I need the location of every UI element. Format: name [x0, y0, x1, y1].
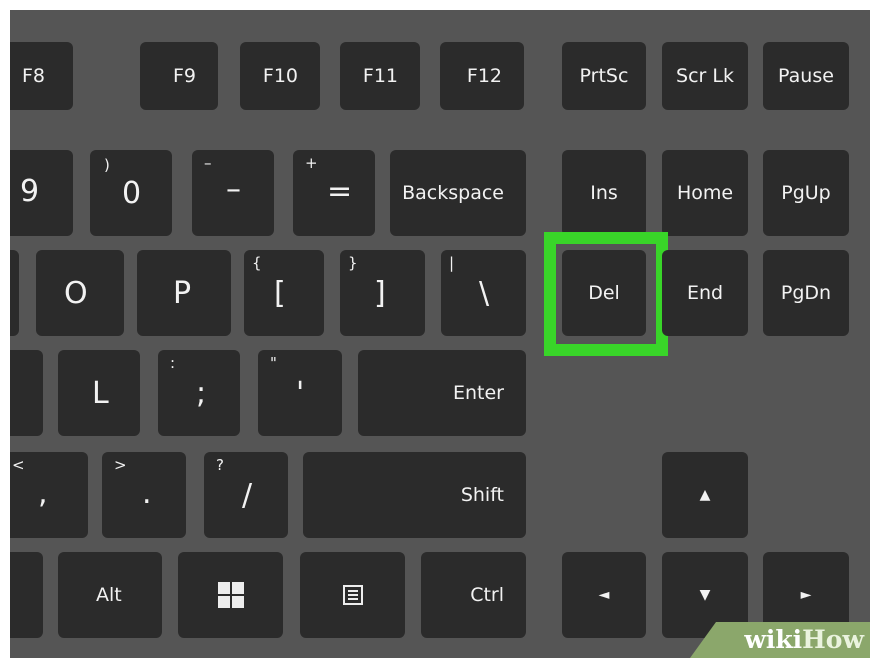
key-bracket-left-label: [ [274, 276, 286, 311]
keyboard-body: F8 F9 F10 F11 F12 PrtSc Scr Lk Pause 9 )… [10, 10, 870, 658]
key-pgdn-label: PgDn [780, 282, 832, 304]
key-bracket-left[interactable]: { [ [244, 250, 324, 336]
key-prtsc[interactable]: PrtSc [562, 42, 646, 110]
key-backslash-label: \ [479, 276, 490, 311]
windows-logo-icon [217, 582, 244, 608]
key-end-label: End [686, 282, 724, 304]
key-quote-shift-label: " [270, 354, 277, 372]
key-f8-label: F8 [22, 65, 46, 87]
key-f12[interactable]: F12 [440, 42, 524, 110]
key-backspace[interactable]: Backspace [390, 150, 526, 236]
arrow-left-icon: ◄ [598, 587, 610, 603]
key-0-shift-label: ) [104, 156, 110, 174]
key-ctrl-label: Ctrl [470, 584, 504, 606]
key-alt-right[interactable]: Alt [58, 552, 162, 638]
key-comma[interactable]: < , [10, 452, 88, 538]
key-backspace-label: Backspace [402, 182, 504, 204]
key-windows[interactable] [178, 552, 283, 638]
key-i-partial[interactable] [10, 250, 19, 336]
key-semicolon[interactable]: : ; [158, 350, 240, 436]
key-minus[interactable]: – – [192, 150, 274, 236]
arrow-up-icon: ▲ [699, 487, 711, 503]
key-o-label: O [64, 276, 88, 311]
key-pause[interactable]: Pause [763, 42, 849, 110]
keyboard-photo: F8 F9 F10 F11 F12 PrtSc Scr Lk Pause 9 )… [0, 0, 870, 658]
key-p-label: P [173, 276, 192, 311]
arrow-down-icon: ▼ [699, 587, 711, 603]
key-ctrl-right[interactable]: Ctrl [421, 552, 526, 638]
key-ins-label: Ins [590, 182, 618, 204]
key-pgup-label: PgUp [781, 182, 831, 204]
key-f11[interactable]: F11 [340, 42, 420, 110]
key-enter-label: Enter [453, 382, 504, 404]
key-ins[interactable]: Ins [562, 150, 646, 236]
wikihow-logo-suffix: How [802, 625, 864, 654]
key-bracket-right[interactable]: } ] [340, 250, 425, 336]
key-equals[interactable]: + = [293, 150, 375, 236]
key-backslash[interactable]: | \ [441, 250, 526, 336]
key-9-label: 9 [20, 174, 40, 209]
key-f8[interactable]: F8 [10, 42, 73, 110]
key-alt-label: Alt [96, 584, 122, 606]
key-k-partial[interactable] [10, 350, 43, 436]
key-arrow-up[interactable]: ▲ [662, 452, 748, 538]
key-p[interactable]: P [137, 250, 231, 336]
key-f9-label: F9 [172, 65, 196, 87]
key-semicolon-shift-label: : [170, 354, 176, 372]
key-end[interactable]: End [662, 250, 748, 336]
key-bracket-right-label: ] [374, 276, 386, 311]
key-home[interactable]: Home [662, 150, 748, 236]
key-f10-label: F10 [262, 65, 298, 87]
key-slash[interactable]: ? / [204, 452, 288, 538]
key-scrlk-label: Scr Lk [676, 65, 734, 87]
key-l-label: L [92, 376, 109, 411]
key-scrlk[interactable]: Scr Lk [662, 42, 748, 110]
key-0-label: 0 [122, 176, 142, 211]
key-period-shift-label: > [114, 456, 127, 474]
key-context-menu[interactable] [300, 552, 405, 638]
key-pgup[interactable]: PgUp [763, 150, 849, 236]
key-space-partial[interactable] [10, 552, 43, 638]
key-backslash-shift-label: | [449, 254, 455, 272]
key-shift-right[interactable]: Shift [303, 452, 526, 538]
key-comma-shift-label: < [12, 456, 25, 474]
wikihow-watermark: wikiHow [690, 622, 870, 658]
key-equals-label: = [327, 174, 353, 209]
key-o[interactable]: O [36, 250, 124, 336]
key-slash-shift-label: ? [216, 456, 224, 474]
del-key-highlight [544, 232, 668, 356]
key-home-label: Home [676, 182, 734, 204]
key-prtsc-label: PrtSc [579, 65, 629, 87]
key-shift-label: Shift [460, 484, 504, 506]
key-f10[interactable]: F10 [240, 42, 320, 110]
key-minus-label: – [226, 172, 241, 207]
key-minus-shift-label: – [204, 154, 212, 172]
key-slash-label: / [242, 478, 253, 513]
key-f12-label: F12 [466, 65, 502, 87]
key-bracket-left-shift-label: { [252, 254, 262, 272]
wikihow-logo-text: wikiHow [744, 625, 864, 654]
wikihow-logo-prefix: wiki [744, 625, 803, 654]
key-arrow-left[interactable]: ◄ [562, 552, 646, 638]
key-enter[interactable]: Enter [358, 350, 526, 436]
key-f9[interactable]: F9 [140, 42, 218, 110]
key-pause-label: Pause [778, 65, 834, 87]
key-0[interactable]: ) 0 [90, 150, 172, 236]
key-comma-label: , [38, 476, 48, 511]
key-quote[interactable]: " ' [258, 350, 342, 436]
key-bracket-right-shift-label: } [348, 254, 358, 272]
key-period[interactable]: > . [102, 452, 186, 538]
context-menu-icon [342, 585, 363, 605]
key-pgdn[interactable]: PgDn [763, 250, 849, 336]
key-equals-shift-label: + [305, 154, 318, 172]
key-f11-label: F11 [362, 65, 398, 87]
key-period-label: . [142, 476, 152, 511]
key-semicolon-label: ; [196, 376, 207, 411]
key-quote-label: ' [296, 376, 305, 411]
key-9[interactable]: 9 [10, 150, 73, 236]
arrow-right-icon: ► [800, 587, 812, 603]
key-l[interactable]: L [58, 350, 140, 436]
